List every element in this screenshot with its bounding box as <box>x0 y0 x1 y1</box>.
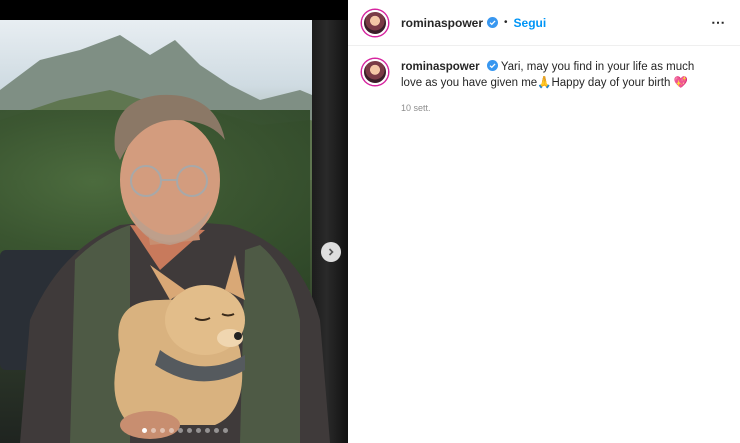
carousel-dot[interactable] <box>196 428 201 433</box>
verified-badge-icon <box>486 60 498 71</box>
carousel-dot[interactable] <box>205 428 210 433</box>
more-options-icon[interactable]: ⋯ <box>711 14 726 31</box>
post-photo[interactable] <box>0 20 348 443</box>
carousel-dot[interactable] <box>160 428 165 433</box>
caption-username[interactable]: rominaspower <box>401 61 480 73</box>
follow-button[interactable]: Segui <box>514 16 547 30</box>
header-separator: • <box>504 17 508 28</box>
caption: rominaspower Yari, may you find in your … <box>348 46 740 116</box>
carousel-dots <box>142 428 228 433</box>
caption-avatar[interactable] <box>362 59 388 85</box>
avatar[interactable] <box>362 9 388 36</box>
carousel-dot[interactable] <box>187 428 192 433</box>
header-username[interactable]: rominaspower <box>401 16 483 30</box>
post-header: rominaspower • Segui ⋯ <box>348 0 740 46</box>
post-timestamp[interactable]: 10 sett. <box>401 100 701 116</box>
post-side-panel: rominaspower • Segui ⋯ rominaspower Yari… <box>348 0 740 443</box>
photo-man-with-dog <box>20 94 330 443</box>
carousel-dot[interactable] <box>223 428 228 433</box>
carousel-dot[interactable] <box>178 428 183 433</box>
carousel-dot[interactable] <box>151 428 156 433</box>
carousel-dot[interactable] <box>169 428 174 433</box>
carousel-dot[interactable] <box>214 428 219 433</box>
caption-body: rominaspower Yari, may you find in your … <box>401 59 701 116</box>
post-media <box>0 0 348 443</box>
carousel-next-button[interactable] <box>321 242 341 262</box>
verified-badge-icon <box>487 17 499 28</box>
chevron-right-icon <box>328 248 334 256</box>
carousel-dot[interactable] <box>142 428 147 433</box>
